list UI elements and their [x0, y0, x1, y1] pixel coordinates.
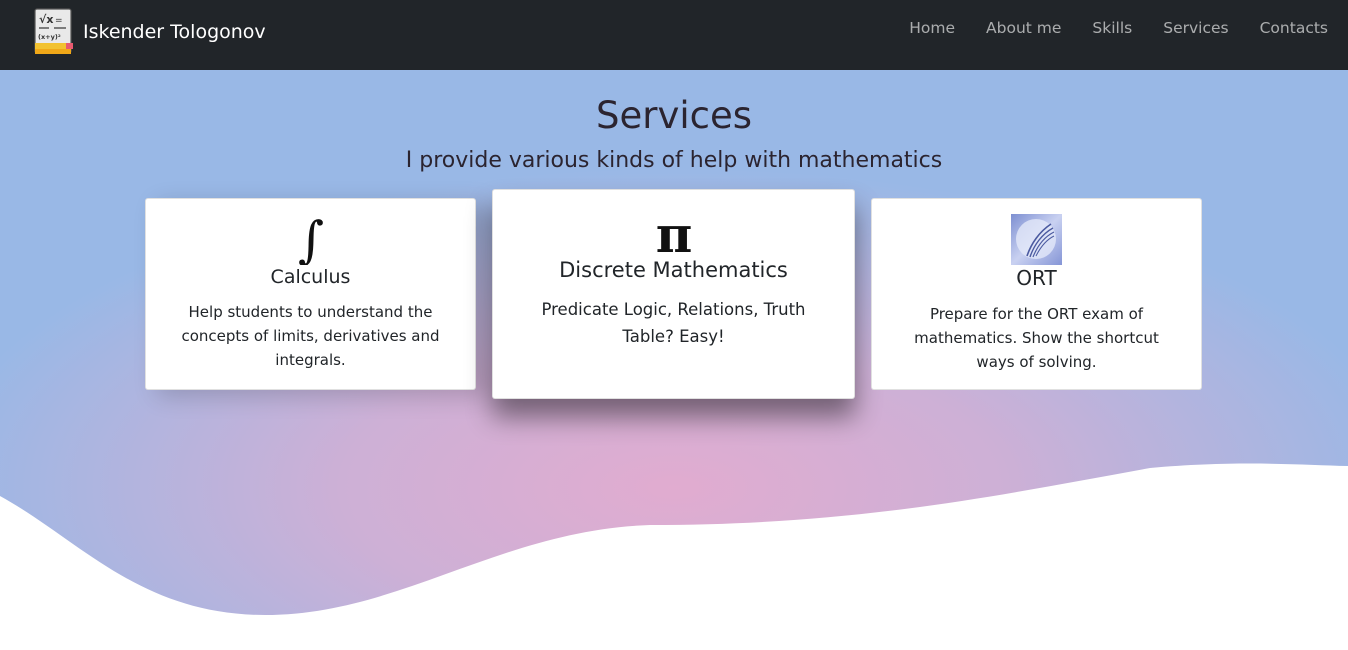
svg-text:(x+y)²: (x+y)²	[38, 33, 61, 41]
section-title: Services	[595, 94, 753, 137]
nav-home[interactable]: Home	[909, 19, 955, 37]
card-text: Predicate Logic, Relations, Truth Table?…	[541, 300, 806, 346]
service-card-ort: ORT Prepare for the ORT exam of mathemat…	[871, 198, 1202, 390]
service-card-calculus: ∫ Calculus Help students to understand t…	[145, 198, 476, 390]
card-title: ORT	[1016, 266, 1057, 290]
service-card-discrete: π Discrete Mathematics Predicate Logic, …	[492, 189, 855, 399]
svg-text:=: =	[55, 16, 63, 26]
services-section: Services I provide various kinds of help…	[0, 70, 1348, 650]
brand-link[interactable]: √x = (x+y)² Iskender Tologonov	[32, 7, 266, 57]
svg-text:∫: ∫	[297, 213, 323, 265]
nav-services[interactable]: Services	[1163, 19, 1228, 37]
navbar: √x = (x+y)² Iskender Tologonov Home Abou…	[0, 0, 1348, 70]
card-text: Help students to understand the concepts…	[181, 303, 440, 369]
nav-about[interactable]: About me	[986, 19, 1061, 37]
nav-contacts[interactable]: Contacts	[1260, 19, 1328, 37]
integral-icon: ∫	[297, 213, 323, 265]
pi-icon: π	[655, 212, 692, 257]
card-text: Prepare for the ORT exam of mathematics.…	[914, 305, 1159, 371]
card-title: Calculus	[270, 266, 351, 288]
nav-links: Home About me Skills Services Contacts	[878, 0, 1328, 56]
section-subtitle: I provide various kinds of help with mat…	[405, 148, 943, 173]
ort-logo-icon	[1011, 214, 1062, 265]
math-notebook-icon: √x = (x+y)²	[34, 8, 73, 54]
svg-text:π: π	[655, 212, 692, 257]
brand-name: Iskender Tologonov	[83, 21, 266, 43]
card-title: Discrete Mathematics	[559, 258, 788, 282]
svg-text:√x: √x	[39, 13, 53, 26]
nav-skills[interactable]: Skills	[1092, 19, 1132, 37]
